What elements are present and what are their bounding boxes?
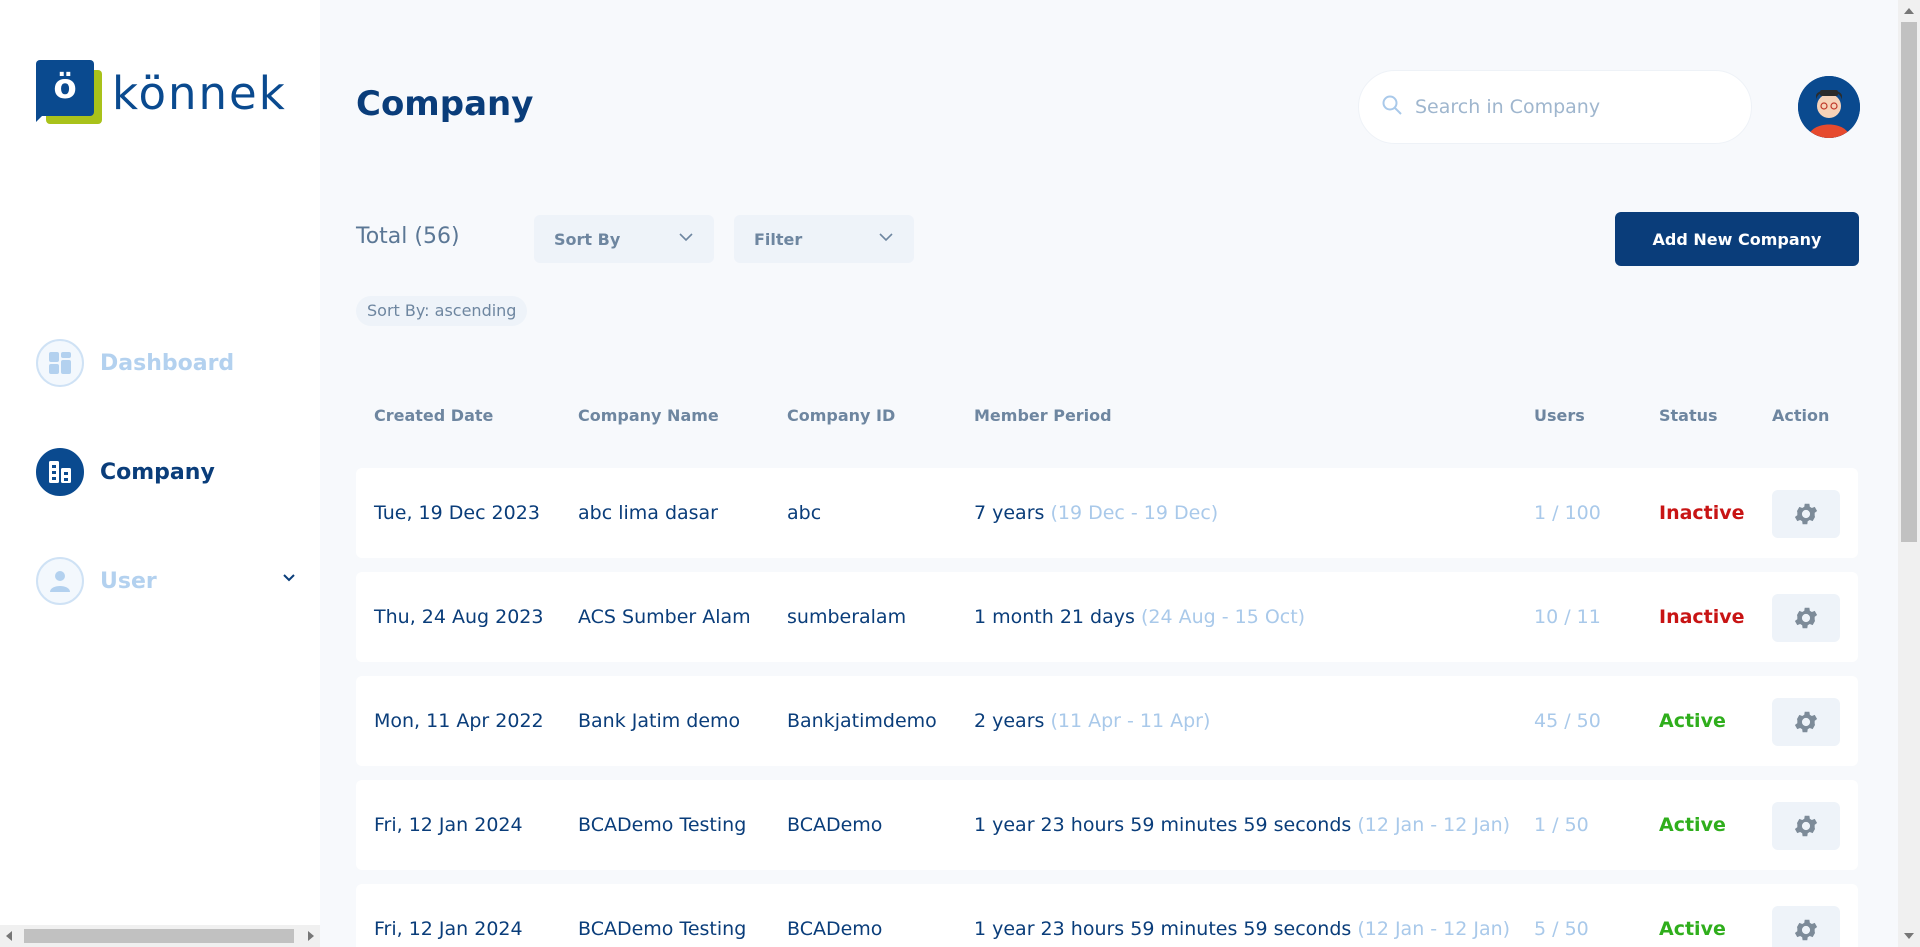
column-header-company-name[interactable]: Company Name xyxy=(578,406,719,425)
cell-created-date: Mon, 11 Apr 2022 xyxy=(374,710,544,732)
sidebar-item-dashboard[interactable]: Dashboard xyxy=(36,338,296,388)
filter-dropdown[interactable]: Filter xyxy=(734,215,914,263)
period-range: (12 Jan - 12 Jan) xyxy=(1357,918,1511,940)
gear-icon xyxy=(1794,815,1818,837)
cell-company-name: BCADemo Testing xyxy=(578,814,747,836)
cell-company-name: abc lima dasar xyxy=(578,502,718,524)
sort-by-label: Sort By xyxy=(554,229,621,249)
period-range: (19 Dec - 19 Dec) xyxy=(1050,502,1219,524)
filter-label: Filter xyxy=(754,229,803,249)
sidebar-item-label: User xyxy=(100,568,157,594)
scroll-up-icon[interactable] xyxy=(1904,8,1914,14)
column-header-users[interactable]: Users xyxy=(1534,406,1585,425)
cell-users: 5 / 50 xyxy=(1534,918,1589,940)
table-row[interactable]: Mon, 11 Apr 2022 Bank Jatim demo Bankjat… xyxy=(356,676,1858,766)
cell-created-date: Fri, 12 Jan 2024 xyxy=(374,918,523,940)
sort-chip: Sort By: ascending xyxy=(356,296,528,326)
sort-by-dropdown[interactable]: Sort By xyxy=(534,215,714,263)
chevron-down-icon[interactable] xyxy=(282,570,296,589)
vertical-scrollbar[interactable] xyxy=(1898,0,1920,947)
cell-member-period: 7 years (19 Dec - 19 Dec) xyxy=(974,468,1218,558)
period-range: (12 Jan - 12 Jan) xyxy=(1357,814,1511,836)
search-icon xyxy=(1381,94,1403,120)
table-row[interactable]: Thu, 24 Aug 2023 ACS Sumber Alam sumbera… xyxy=(356,572,1858,662)
period-text: 7 years xyxy=(974,502,1045,524)
horizontal-scrollbar[interactable] xyxy=(0,925,320,947)
row-settings-button[interactable] xyxy=(1772,802,1840,850)
cell-created-date: Fri, 12 Jan 2024 xyxy=(374,814,523,836)
table-row[interactable]: Tue, 19 Dec 2023 abc lima dasar abc 7 ye… xyxy=(356,468,1858,558)
cell-users: 1 / 50 xyxy=(1534,814,1589,836)
gear-icon xyxy=(1794,711,1818,733)
cell-users: 10 / 11 xyxy=(1534,606,1601,628)
cell-member-period: 1 year 23 hours 59 minutes 59 seconds (1… xyxy=(974,884,1510,947)
period-range: (24 Aug - 15 Oct) xyxy=(1140,606,1306,628)
cell-users: 45 / 50 xyxy=(1534,710,1601,732)
scroll-right-icon[interactable] xyxy=(308,931,314,941)
sidebar-item-company[interactable]: Company xyxy=(36,447,296,497)
column-header-created-date[interactable]: Created Date xyxy=(374,406,493,425)
period-text: 1 year 23 hours 59 minutes 59 seconds xyxy=(974,918,1352,940)
cell-users: 1 / 100 xyxy=(1534,502,1601,524)
sidebar-item-user[interactable]: User xyxy=(36,556,296,606)
cell-member-period: 2 years (11 Apr - 11 Apr) xyxy=(974,676,1210,766)
total-count: Total (56) xyxy=(356,224,460,249)
page-title: Company xyxy=(356,84,534,124)
sidebar-item-label: Dashboard xyxy=(100,350,235,376)
company-icon xyxy=(36,448,84,496)
table-row[interactable]: Fri, 12 Jan 2024 BCADemo Testing BCADemo… xyxy=(356,884,1858,947)
column-header-action: Action xyxy=(1772,406,1830,425)
cell-member-period: 1 month 21 days (24 Aug - 15 Oct) xyxy=(974,572,1305,662)
chevron-down-icon xyxy=(878,229,894,249)
scroll-left-icon[interactable] xyxy=(6,931,12,941)
konnek-logo[interactable]: ö könnek xyxy=(36,58,287,128)
period-text: 1 month 21 days xyxy=(974,606,1135,628)
row-settings-button[interactable] xyxy=(1772,594,1840,642)
cell-company-id: abc xyxy=(787,502,822,524)
sidebar: ö könnek Dashboard Company User xyxy=(0,0,320,947)
dashboard-icon xyxy=(36,339,84,387)
cell-company-id: BCADemo xyxy=(787,814,883,836)
avatar[interactable] xyxy=(1798,76,1860,138)
status-badge: Inactive xyxy=(1659,606,1745,628)
user-icon xyxy=(36,557,84,605)
status-badge: Active xyxy=(1659,918,1726,940)
cell-member-period: 1 year 23 hours 59 minutes 59 seconds (1… xyxy=(974,780,1510,870)
row-settings-button[interactable] xyxy=(1772,698,1840,746)
column-header-company-id[interactable]: Company ID xyxy=(787,406,895,425)
cell-company-name: ACS Sumber Alam xyxy=(578,606,751,628)
logo-text: könnek xyxy=(112,66,287,120)
period-text: 1 year 23 hours 59 minutes 59 seconds xyxy=(974,814,1352,836)
search-input[interactable] xyxy=(1415,96,1735,118)
column-header-member-period[interactable]: Member Period xyxy=(974,406,1112,425)
cell-company-name: BCADemo Testing xyxy=(578,918,747,940)
gear-icon xyxy=(1794,503,1818,525)
row-settings-button[interactable] xyxy=(1772,906,1840,947)
table-row[interactable]: Fri, 12 Jan 2024 BCADemo Testing BCADemo… xyxy=(356,780,1858,870)
row-settings-button[interactable] xyxy=(1772,490,1840,538)
search-box[interactable] xyxy=(1358,70,1752,144)
cell-created-date: Thu, 24 Aug 2023 xyxy=(374,606,544,628)
scrollbar-thumb[interactable] xyxy=(24,929,294,943)
scrollbar-thumb[interactable] xyxy=(1901,22,1917,542)
cell-company-name: Bank Jatim demo xyxy=(578,710,741,732)
cell-company-id: Bankjatimdemo xyxy=(787,710,937,732)
sidebar-item-label: Company xyxy=(100,459,215,485)
gear-icon xyxy=(1794,607,1818,629)
chevron-down-icon xyxy=(678,229,694,249)
cell-created-date: Tue, 19 Dec 2023 xyxy=(374,502,540,524)
period-text: 2 years xyxy=(974,710,1045,732)
add-new-company-button[interactable]: Add New Company xyxy=(1615,212,1859,266)
cell-company-id: BCADemo xyxy=(787,918,883,940)
gear-icon xyxy=(1794,919,1818,941)
status-badge: Active xyxy=(1659,710,1726,732)
cell-company-id: sumberalam xyxy=(787,606,907,628)
logo-mark: ö xyxy=(36,58,104,128)
status-badge: Active xyxy=(1659,814,1726,836)
period-range: (11 Apr - 11 Apr) xyxy=(1050,710,1211,732)
status-badge: Inactive xyxy=(1659,502,1745,524)
scroll-down-icon[interactable] xyxy=(1904,933,1914,939)
column-header-status[interactable]: Status xyxy=(1659,406,1718,425)
